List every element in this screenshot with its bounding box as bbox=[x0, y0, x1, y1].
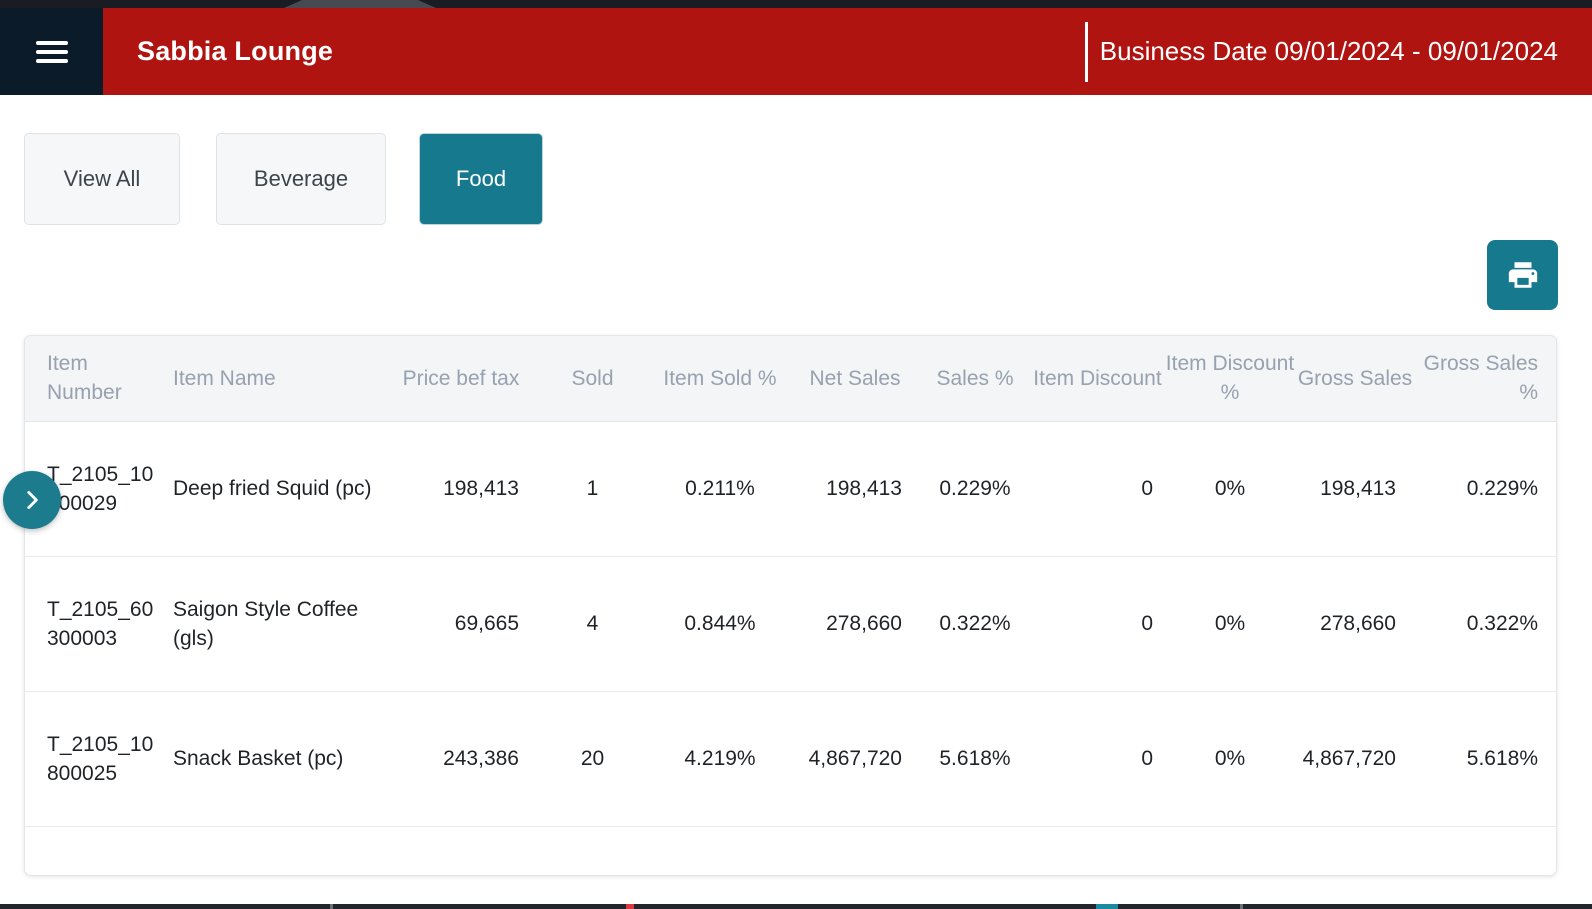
column-header-item-discount-pct: Item Discount % bbox=[1165, 336, 1295, 421]
cell-item-number: T_2105_60 300003 bbox=[25, 556, 151, 691]
cell-price-bef-tax: 198,413 bbox=[387, 421, 535, 556]
cell-net-sales bbox=[790, 826, 920, 876]
cell-gross-sales bbox=[1295, 826, 1415, 876]
column-header-price-bef-tax: Price bef tax bbox=[387, 336, 535, 421]
menu-button[interactable] bbox=[0, 8, 103, 95]
column-header-gross-sales-pct: Gross Sales % bbox=[1415, 336, 1556, 421]
cell-sales-pct: 0.229% bbox=[920, 421, 1030, 556]
cell-gross-sales: 198,413 bbox=[1295, 421, 1415, 556]
filter-food-button[interactable]: Food bbox=[419, 133, 543, 225]
cell-net-sales: 4,867,720 bbox=[790, 691, 920, 826]
cell-item-number: S_0000_11 bbox=[25, 826, 151, 876]
cell-item-discount-pct: 0% bbox=[1165, 421, 1295, 556]
sales-report-table: Item Number Item Name Price bef tax Sold… bbox=[25, 336, 1556, 876]
cell-sales-pct bbox=[920, 826, 1030, 876]
cell-item-sold-pct: 0.844% bbox=[650, 556, 790, 691]
cell-item-discount: 0 bbox=[1030, 421, 1165, 556]
cell-item-name bbox=[151, 826, 387, 876]
filter-view-all-button[interactable]: View All bbox=[24, 133, 180, 225]
cell-gross-sales-pct: 5.618% bbox=[1415, 691, 1556, 826]
business-date-label: Business Date 09/01/2024 - 09/01/2024 bbox=[1100, 36, 1558, 67]
cell-item-discount-pct: 0% bbox=[1165, 556, 1295, 691]
cell-item-discount-pct bbox=[1165, 826, 1295, 876]
cell-sold bbox=[535, 826, 650, 876]
expand-row-button[interactable] bbox=[3, 471, 61, 529]
cell-item-sold-pct bbox=[650, 826, 790, 876]
cell-item-sold-pct: 4.219% bbox=[650, 691, 790, 826]
cell-sales-pct: 5.618% bbox=[920, 691, 1030, 826]
printer-icon bbox=[1506, 258, 1540, 292]
window-tab-shape bbox=[284, 0, 436, 8]
cell-price-bef-tax: 243,386 bbox=[387, 691, 535, 826]
column-header-item-name: Item Name bbox=[151, 336, 387, 421]
column-header-item-number: Item Number bbox=[25, 336, 151, 421]
column-header-sold: Sold bbox=[535, 336, 650, 421]
column-header-sales-pct: Sales % bbox=[920, 336, 1030, 421]
cell-price-bef-tax bbox=[387, 826, 535, 876]
chevron-right-icon bbox=[19, 487, 45, 513]
taskbar-teal-indicator bbox=[1096, 904, 1118, 909]
cell-item-number: T_2105_10 800025 bbox=[25, 691, 151, 826]
cell-sold: 20 bbox=[535, 691, 650, 826]
business-date-group[interactable]: Business Date 09/01/2024 - 09/01/2024 bbox=[1085, 8, 1592, 95]
cell-item-discount: 0 bbox=[1030, 556, 1165, 691]
cell-item-name: Deep fried Squid (pc) bbox=[151, 421, 387, 556]
taskbar-edge bbox=[0, 904, 1592, 909]
cell-sold: 1 bbox=[535, 421, 650, 556]
cell-item-discount bbox=[1030, 826, 1165, 876]
cell-item-sold-pct: 0.211% bbox=[650, 421, 790, 556]
cell-item-name: Saigon Style Coffee (gls) bbox=[151, 556, 387, 691]
category-filter-bar: View All Beverage Food bbox=[0, 133, 1592, 225]
cell-item-name: Snack Basket (pc) bbox=[151, 691, 387, 826]
cell-sales-pct: 0.322% bbox=[920, 556, 1030, 691]
window-top-strip bbox=[0, 0, 1592, 8]
taskbar-divider bbox=[1240, 904, 1243, 909]
sales-report-card: Item Number Item Name Price bef tax Sold… bbox=[24, 335, 1557, 876]
cell-gross-sales: 278,660 bbox=[1295, 556, 1415, 691]
column-header-item-discount: Item Discount bbox=[1030, 336, 1165, 421]
table-row[interactable]: S_0000_11 bbox=[25, 826, 1556, 876]
hamburger-menu-icon bbox=[36, 36, 68, 68]
cell-net-sales: 198,413 bbox=[790, 421, 920, 556]
taskbar-divider bbox=[330, 904, 333, 909]
app-header: Sabbia Lounge Business Date 09/01/2024 -… bbox=[0, 8, 1592, 95]
column-header-net-sales: Net Sales bbox=[790, 336, 920, 421]
cell-price-bef-tax: 69,665 bbox=[387, 556, 535, 691]
cell-gross-sales-pct bbox=[1415, 826, 1556, 876]
header-divider bbox=[1085, 22, 1088, 82]
table-row[interactable]: T_2105_60 300003 Saigon Style Coffee (gl… bbox=[25, 556, 1556, 691]
cell-gross-sales-pct: 0.322% bbox=[1415, 556, 1556, 691]
page-title: Sabbia Lounge bbox=[137, 36, 333, 67]
cell-gross-sales-pct: 0.229% bbox=[1415, 421, 1556, 556]
cell-sold: 4 bbox=[535, 556, 650, 691]
cell-item-discount-pct: 0% bbox=[1165, 691, 1295, 826]
table-row[interactable]: T_2105_10 800029 Deep fried Squid (pc) 1… bbox=[25, 421, 1556, 556]
taskbar-red-indicator bbox=[626, 904, 634, 909]
filter-beverage-button[interactable]: Beverage bbox=[216, 133, 386, 225]
column-header-item-sold-pct: Item Sold % bbox=[650, 336, 790, 421]
cell-net-sales: 278,660 bbox=[790, 556, 920, 691]
print-button[interactable] bbox=[1487, 240, 1558, 310]
column-header-gross-sales: Gross Sales bbox=[1295, 336, 1415, 421]
table-header-row: Item Number Item Name Price bef tax Sold… bbox=[25, 336, 1556, 421]
cell-gross-sales: 4,867,720 bbox=[1295, 691, 1415, 826]
table-row[interactable]: T_2105_10 800025 Snack Basket (pc) 243,3… bbox=[25, 691, 1556, 826]
cell-item-discount: 0 bbox=[1030, 691, 1165, 826]
